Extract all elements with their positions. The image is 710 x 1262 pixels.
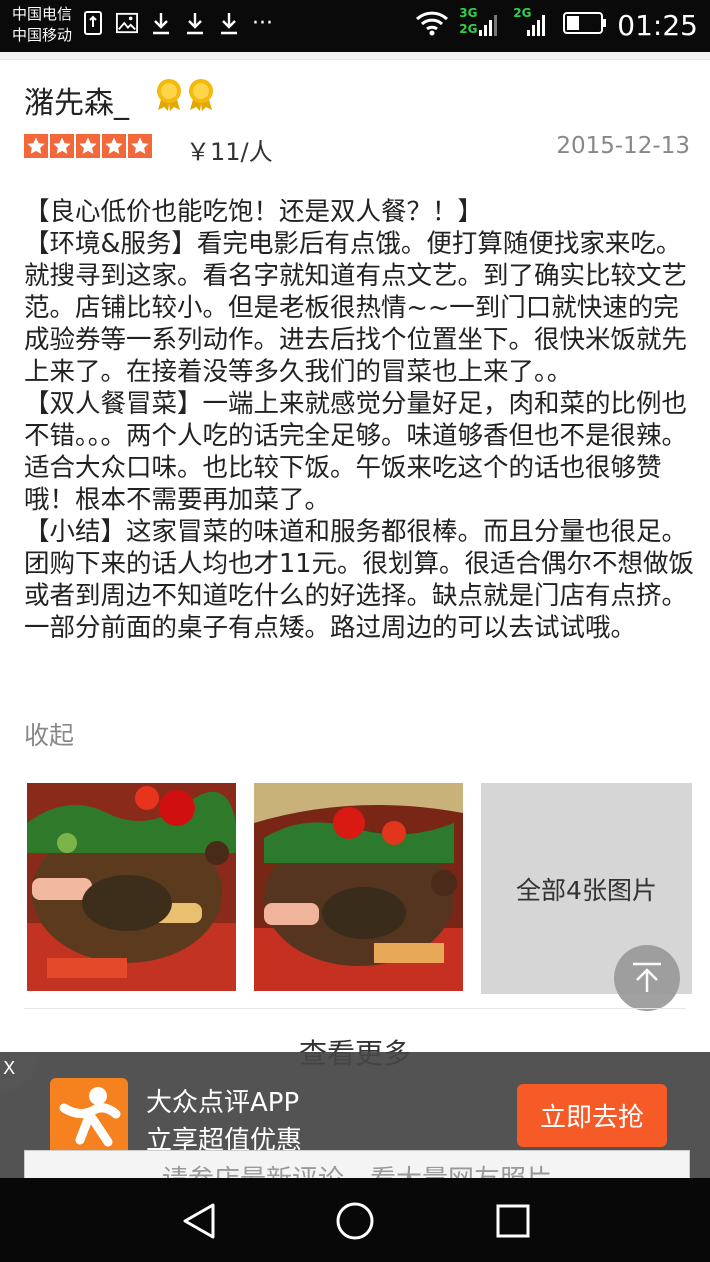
carrier-1: 中国电信 xyxy=(12,5,73,23)
rating-stars xyxy=(24,134,152,158)
signal-icon: 3G 2G xyxy=(459,6,503,42)
recents-icon xyxy=(496,1204,530,1238)
star-icon xyxy=(24,134,48,158)
review-paragraph: 【双人餐冒菜】一端上来就感觉分量好足，肉和菜的比例也不错。。。两个人吃的话完全足… xyxy=(24,389,688,515)
wifi-icon xyxy=(415,10,449,40)
divider xyxy=(24,1008,686,1009)
review-title: 【良心低价也能吃饱！还是双人餐？！】 xyxy=(24,197,484,227)
image-icon xyxy=(116,10,138,36)
back-to-top-button[interactable] xyxy=(614,945,680,1011)
arrow-up-icon xyxy=(633,962,661,992)
review-date: 2015-12-13 xyxy=(556,133,690,159)
recents-button[interactable] xyxy=(490,1198,536,1244)
more-notifications: ··· xyxy=(252,10,273,36)
signal-icon: 2G xyxy=(513,6,553,42)
medal-icon xyxy=(189,79,213,111)
download-icon xyxy=(184,10,206,36)
status-bar: 中国电信 中国移动 ··· 3G 2G 2G 01:25 xyxy=(0,0,710,52)
app-logo xyxy=(50,1078,128,1156)
star-icon xyxy=(50,134,74,158)
review-photo[interactable] xyxy=(27,783,236,991)
battery-icon xyxy=(563,11,607,39)
reviewer-name[interactable]: 潴先森_ xyxy=(24,78,129,122)
medal-icon xyxy=(157,79,181,111)
partially-hidden-prompt: 请参店最新评论，看大量网友照片 xyxy=(24,1150,690,1180)
carrier-2: 中国移动 xyxy=(12,26,73,44)
download-icon xyxy=(218,10,240,36)
collapse-link[interactable]: 收起 xyxy=(24,716,74,752)
sim-icon xyxy=(82,10,104,36)
review-paragraph: 【环境&服务】看完电影后有点饿。便打算随便找家来吃。就搜寻到这家。看名字就知道有… xyxy=(24,229,688,387)
back-button[interactable] xyxy=(176,1198,222,1244)
close-banner-button[interactable]: X xyxy=(0,1052,40,1092)
star-icon xyxy=(128,134,152,158)
navigation-bar xyxy=(0,1178,710,1262)
top-divider xyxy=(0,52,710,60)
clock: 01:25 xyxy=(617,8,698,42)
reviewer-medals xyxy=(154,78,216,112)
home-button[interactable] xyxy=(332,1198,378,1244)
back-icon xyxy=(183,1203,215,1239)
review-paragraph: 【小结】这家冒菜的味道和服务都很棒。而且分量也很足。团购下来的话人均也才11元。… xyxy=(24,517,694,643)
star-icon xyxy=(76,134,100,158)
star-icon xyxy=(102,134,126,158)
download-icon xyxy=(150,10,172,36)
carrier-labels: 中国电信 中国移动 xyxy=(12,4,72,46)
review-photo[interactable] xyxy=(254,783,463,991)
review-text: 【良心低价也能吃饱！还是双人餐？！】 【环境&服务】看完电影后有点饿。便打算随便… xyxy=(24,196,694,644)
app-name: 大众点评APP xyxy=(146,1088,300,1118)
price-per-person: ￥11/人 xyxy=(186,138,273,166)
grab-now-button[interactable]: 立即去抢 xyxy=(517,1084,667,1147)
home-icon xyxy=(336,1202,374,1240)
